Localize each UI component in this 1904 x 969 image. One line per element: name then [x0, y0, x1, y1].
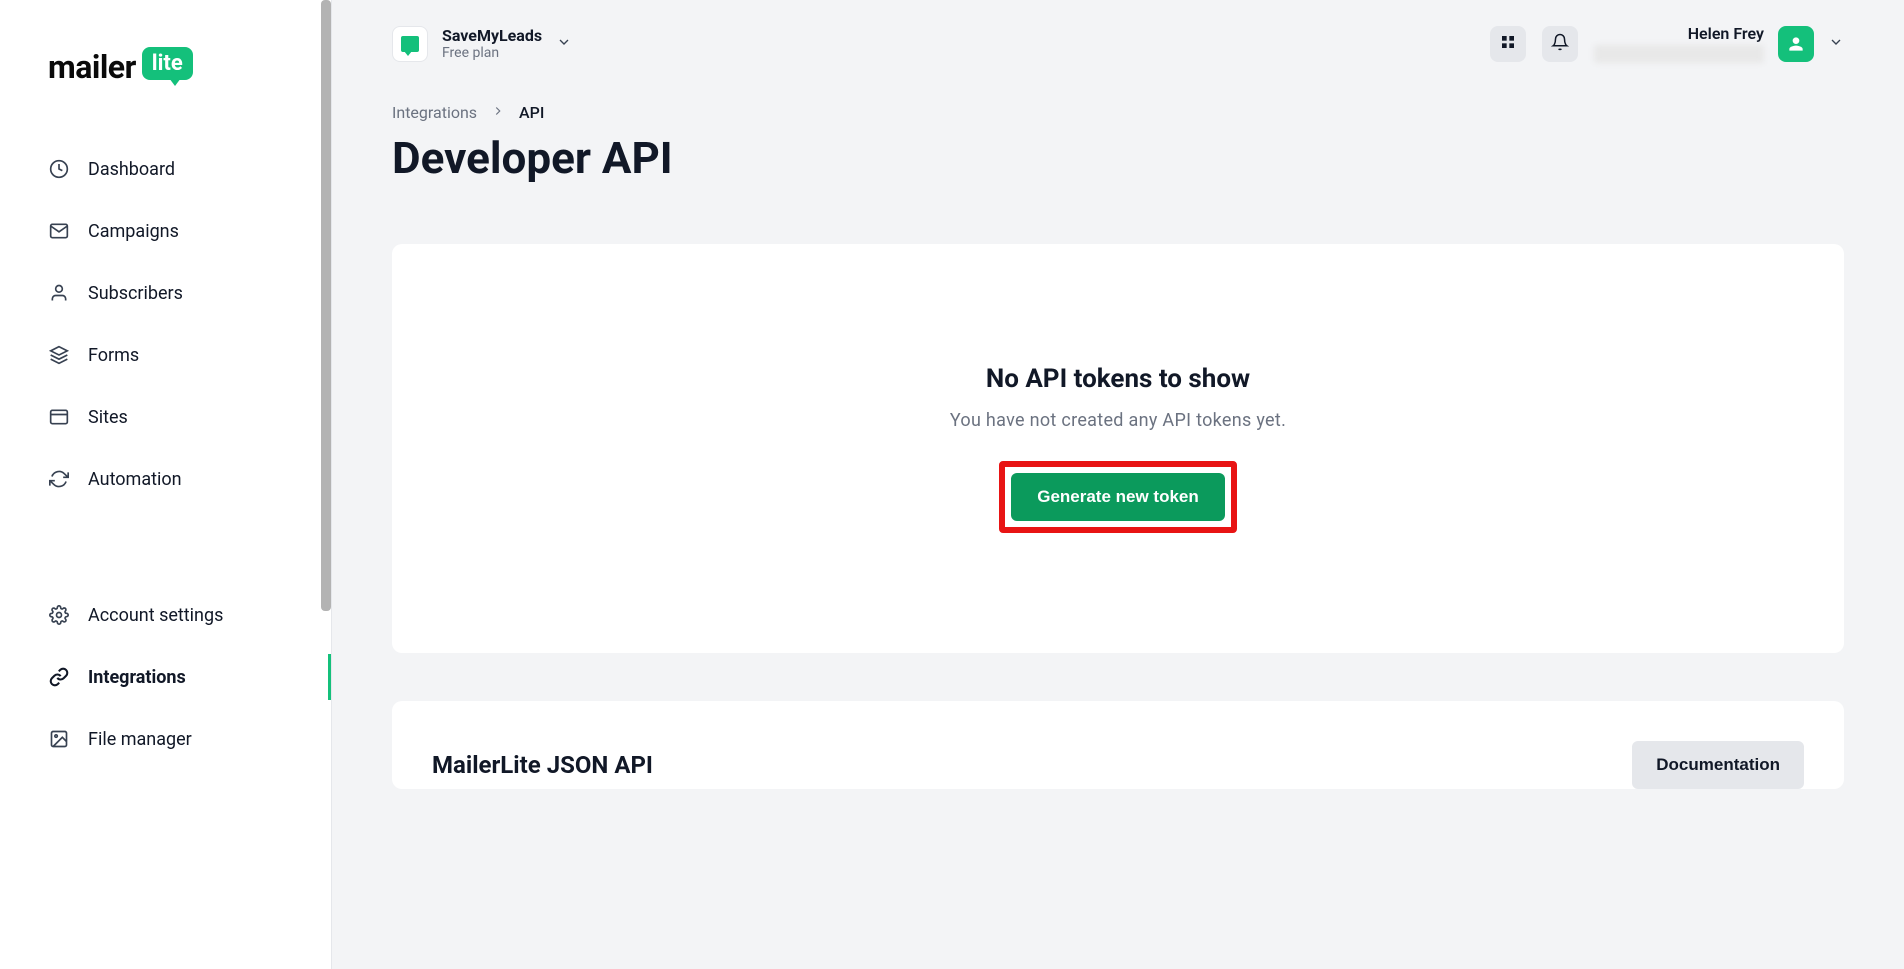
- avatar: [1778, 26, 1814, 62]
- account-plan: Free plan: [442, 45, 542, 61]
- logo-lite-badge: lite: [142, 47, 193, 80]
- clock-icon: [48, 158, 70, 180]
- sidebar-item-forms[interactable]: Forms: [0, 324, 331, 386]
- apps-button[interactable]: [1490, 26, 1526, 62]
- chevron-right-icon: [491, 103, 505, 122]
- user-email-redacted: [1594, 45, 1764, 63]
- sidebar-item-label: Forms: [88, 345, 139, 366]
- sidebar-item-sites[interactable]: Sites: [0, 386, 331, 448]
- chevron-down-icon: [1828, 34, 1844, 54]
- breadcrumb-parent[interactable]: Integrations: [392, 103, 477, 122]
- sidebar-item-account-settings[interactable]: Account settings: [0, 584, 331, 646]
- layers-icon: [48, 344, 70, 366]
- grid-icon: [1500, 34, 1516, 54]
- link-icon: [48, 666, 70, 688]
- json-api-card: MailerLite JSON API Documentation: [392, 701, 1844, 789]
- sidebar: mailer lite Dashboard Campaigns Subsc: [0, 0, 332, 969]
- sidebar-item-label: Sites: [88, 407, 128, 428]
- logo-text: mailer: [48, 48, 136, 86]
- mail-icon: [48, 220, 70, 242]
- api-tokens-card: No API tokens to show You have not creat…: [392, 244, 1844, 653]
- nav-secondary: Account settings Integrations File manag…: [0, 572, 331, 782]
- generate-token-button[interactable]: Generate new token: [1011, 473, 1225, 521]
- sidebar-item-label: Campaigns: [88, 221, 179, 242]
- sidebar-item-automation[interactable]: Automation: [0, 448, 331, 510]
- user-icon: [48, 282, 70, 304]
- sidebar-item-integrations[interactable]: Integrations: [0, 646, 331, 708]
- refresh-icon: [48, 468, 70, 490]
- sidebar-item-file-manager[interactable]: File manager: [0, 708, 331, 770]
- highlight-annotation: Generate new token: [999, 461, 1237, 533]
- json-api-title: MailerLite JSON API: [432, 751, 653, 779]
- sidebar-item-label: Account settings: [88, 605, 223, 626]
- sidebar-item-label: Subscribers: [88, 283, 183, 304]
- sidebar-item-dashboard[interactable]: Dashboard: [0, 138, 331, 200]
- user-name: Helen Frey: [1688, 24, 1764, 43]
- logo[interactable]: mailer lite: [0, 48, 331, 126]
- notifications-button[interactable]: [1542, 26, 1578, 62]
- empty-state-title: No API tokens to show: [432, 364, 1804, 394]
- account-badge: [392, 26, 428, 62]
- empty-state-subtitle: You have not created any API tokens yet.: [432, 410, 1804, 431]
- header: SaveMyLeads Free plan: [392, 24, 1844, 63]
- documentation-button[interactable]: Documentation: [1632, 741, 1804, 789]
- breadcrumb-current: API: [519, 103, 544, 122]
- sidebar-item-subscribers[interactable]: Subscribers: [0, 262, 331, 324]
- sidebar-item-label: File manager: [88, 729, 192, 750]
- page-title: Developer API: [392, 132, 1844, 184]
- bell-icon: [1551, 33, 1569, 55]
- main-content: SaveMyLeads Free plan: [332, 0, 1904, 969]
- breadcrumb: Integrations API: [392, 103, 1844, 122]
- sidebar-item-campaigns[interactable]: Campaigns: [0, 200, 331, 262]
- image-icon: [48, 728, 70, 750]
- header-right: Helen Frey: [1490, 24, 1844, 63]
- nav-primary: Dashboard Campaigns Subscribers Forms: [0, 126, 331, 522]
- account-switcher[interactable]: SaveMyLeads Free plan: [392, 26, 572, 62]
- sidebar-item-label: Dashboard: [88, 159, 175, 180]
- account-name: SaveMyLeads: [442, 26, 542, 45]
- chevron-down-icon: [556, 34, 572, 54]
- sidebar-item-label: Integrations: [88, 667, 186, 688]
- browser-icon: [48, 406, 70, 428]
- chat-icon: [401, 36, 419, 52]
- gear-icon: [48, 604, 70, 626]
- user-menu[interactable]: Helen Frey: [1594, 24, 1844, 63]
- sidebar-item-label: Automation: [88, 469, 182, 490]
- account-info: SaveMyLeads Free plan: [442, 26, 542, 61]
